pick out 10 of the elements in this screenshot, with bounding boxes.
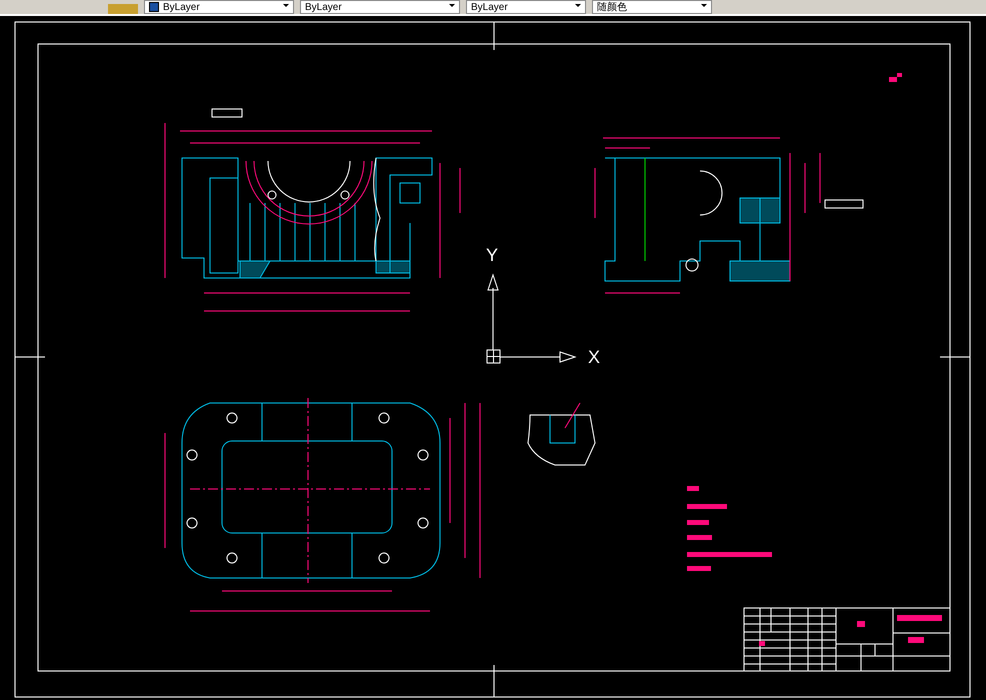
property-dropdown[interactable]: ByLayer bbox=[466, 0, 586, 14]
property-dropdown[interactable]: ByLayer bbox=[300, 0, 460, 14]
detail-view-drawing bbox=[528, 402, 596, 466]
property-dropdown[interactable]: 随颜色 bbox=[592, 0, 712, 14]
ucs-axes-icon bbox=[486, 273, 577, 364]
ucs-y-label: Y bbox=[486, 246, 498, 264]
layer-tools-icon[interactable] bbox=[108, 4, 138, 14]
property-dropdown[interactable]: ByLayer bbox=[144, 0, 294, 14]
ucs-x-label: X bbox=[588, 348, 600, 366]
revision-mark-drawing bbox=[889, 73, 902, 82]
